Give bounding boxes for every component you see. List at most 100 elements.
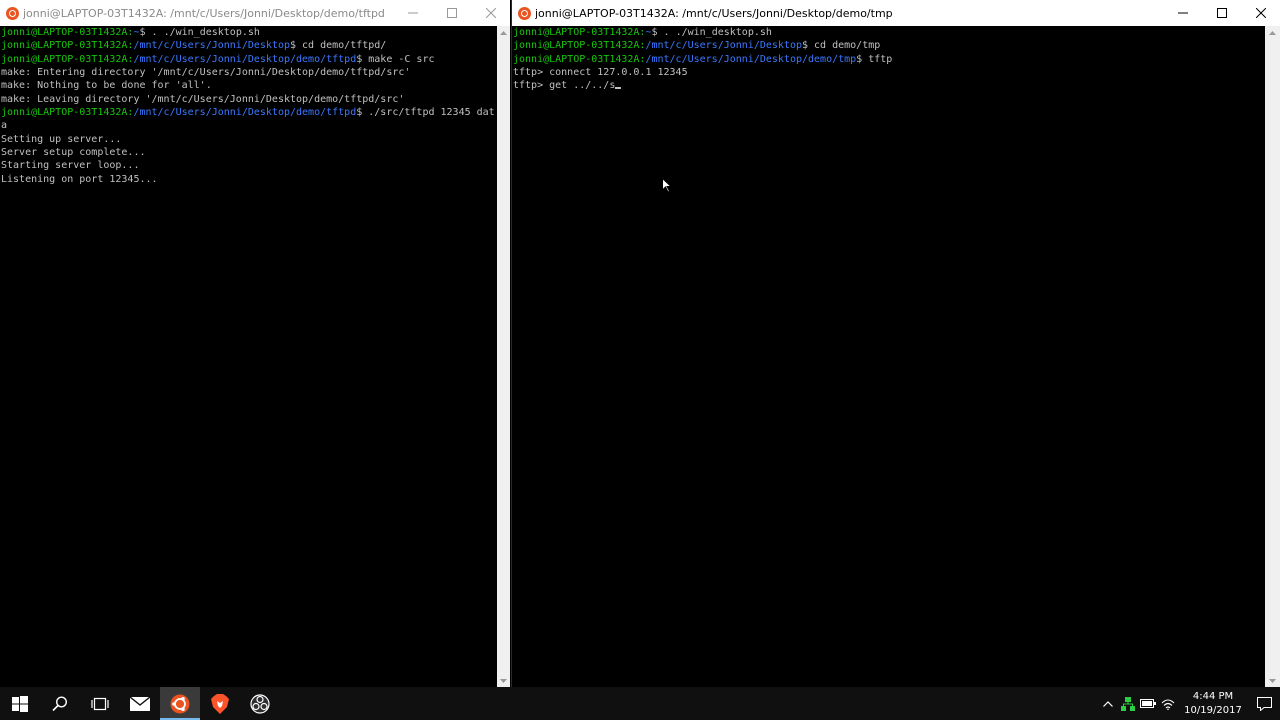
- task-view-button[interactable]: [80, 687, 120, 720]
- terminal-line: jonni@LAPTOP-03T1432A:/mnt/c/Users/Jonni…: [513, 53, 1265, 66]
- terminal-window-client[interactable]: jonni@LAPTOP-03T1432A: /mnt/c/Users/Jonn…: [511, 0, 1280, 687]
- prompt-path: /mnt/c/Users/Jonni/Desktop/demo/tmp: [645, 53, 857, 65]
- output-text: make: Nothing to be done for 'all'.: [1, 80, 212, 92]
- terminal-output[interactable]: jonni@LAPTOP-03T1432A:~$ . ./win_desktop…: [512, 26, 1265, 687]
- command-text: $ make -C src: [356, 53, 435, 65]
- scroll-up-arrow-icon[interactable]: [497, 26, 510, 39]
- prompt-user: jonni@LAPTOP-03T1432A:: [1, 27, 134, 38]
- terminal-line: jonni@LAPTOP-03T1432A:/mnt/c/Users/Jonni…: [1, 106, 497, 119]
- battery-button[interactable]: [1138, 687, 1158, 720]
- ubuntu-icon: [518, 6, 531, 20]
- terminal-line: Setting up server...: [1, 133, 497, 146]
- clock-date: 10/19/2017: [1184, 704, 1242, 716]
- command-text: $ . ./win_desktop.sh: [651, 27, 772, 38]
- close-button[interactable]: [1241, 0, 1280, 26]
- network-share-icon: [1121, 696, 1135, 711]
- action-center-button[interactable]: [1248, 687, 1280, 720]
- prompt-user: jonni@LAPTOP-03T1432A:: [1, 40, 134, 52]
- terminal-line: a: [1, 119, 497, 132]
- terminal-line: make: Nothing to be done for 'all'.: [1, 79, 497, 92]
- prompt-user: jonni@LAPTOP-03T1432A:: [1, 106, 134, 118]
- system-tray: 4:44 PM 10/19/2017: [1098, 687, 1280, 720]
- obs-icon: [250, 693, 270, 714]
- ubuntu-icon: [6, 6, 19, 20]
- output-text: Listening on port 12345...: [1, 173, 158, 185]
- notification-icon: [1256, 696, 1272, 711]
- maximize-button[interactable]: [432, 0, 471, 26]
- terminal-line: Listening on port 12345...: [1, 173, 497, 186]
- output-text: tftp> get ../../s: [513, 80, 616, 92]
- output-text: tftp> connect 127.0.0.1 12345: [513, 66, 688, 78]
- prompt-path: /mnt/c/Users/Jonni/Desktop: [133, 40, 290, 52]
- terminal-line: Server setup complete...: [1, 146, 497, 159]
- minimize-icon: [407, 12, 418, 14]
- taskbar-app-ubuntu[interactable]: [160, 687, 200, 720]
- terminal-line: make: Entering directory '/mnt/c/Users/J…: [1, 66, 497, 79]
- wifi-icon: [1161, 698, 1175, 710]
- output-text: Setting up server...: [1, 133, 122, 145]
- command-text: $ cd demo/tmp: [802, 40, 881, 52]
- terminal-line: Starting server loop...: [1, 159, 497, 172]
- chevron-up-icon: [1103, 700, 1113, 707]
- brave-lion-icon: [211, 693, 229, 714]
- windows-logo-icon: [12, 695, 28, 712]
- show-hidden-icons-button[interactable]: [1098, 687, 1118, 720]
- maximize-button[interactable]: [1202, 0, 1241, 26]
- prompt-user: jonni@LAPTOP-03T1432A:: [513, 53, 646, 65]
- minimize-button[interactable]: [1163, 0, 1202, 26]
- command-text: $ tftp: [856, 53, 893, 65]
- ubuntu-icon: [170, 694, 190, 713]
- output-text: Starting server loop...: [1, 160, 140, 172]
- title-bar[interactable]: jonni@LAPTOP-03T1432A: /mnt/c/Users/Jonn…: [0, 0, 510, 26]
- terminal-line: tftp> get ../../s: [513, 79, 1265, 92]
- mouse-pointer-icon: [662, 178, 672, 193]
- scroll-up-arrow-icon[interactable]: [1265, 26, 1280, 39]
- terminal-line: jonni@LAPTOP-03T1432A:~$ . ./win_desktop…: [513, 26, 1265, 39]
- wifi-button[interactable]: [1158, 687, 1178, 720]
- scrollbar[interactable]: [1265, 26, 1280, 687]
- start-button[interactable]: [0, 687, 40, 720]
- output-text: make: Entering directory '/mnt/c/Users/J…: [1, 66, 411, 78]
- scrollbar[interactable]: [497, 26, 510, 687]
- scroll-down-arrow-icon[interactable]: [497, 674, 510, 687]
- minimize-icon: [1177, 12, 1188, 14]
- prompt-path: /mnt/c/Users/Jonni/Desktop/demo/tftpd: [133, 53, 357, 65]
- prompt-user: jonni@LAPTOP-03T1432A:: [513, 40, 646, 52]
- taskbar: 4:44 PM 10/19/2017: [0, 687, 1280, 720]
- minimize-button[interactable]: [393, 0, 432, 26]
- prompt-path: /mnt/c/Users/Jonni/Desktop: [645, 40, 802, 52]
- battery-icon: [1140, 699, 1156, 708]
- system-clock[interactable]: 4:44 PM 10/19/2017: [1178, 690, 1248, 718]
- mail-icon: [130, 696, 150, 711]
- tray-app-icon[interactable]: [1118, 687, 1138, 720]
- prompt-user: jonni@LAPTOP-03T1432A:: [513, 27, 646, 38]
- output-text: make: Leaving directory '/mnt/c/Users/Jo…: [1, 93, 405, 105]
- maximize-icon: [446, 8, 457, 18]
- prompt-path: /mnt/c/Users/Jonni/Desktop/demo/tftpd: [133, 106, 357, 118]
- terminal-line: jonni@LAPTOP-03T1432A:/mnt/c/Users/Jonni…: [513, 39, 1265, 52]
- taskbar-app-brave[interactable]: [200, 687, 240, 720]
- terminal-window-server[interactable]: jonni@LAPTOP-03T1432A: /mnt/c/Users/Jonn…: [0, 0, 510, 687]
- taskbar-app-mail[interactable]: [120, 687, 160, 720]
- clock-time: 4:44 PM: [1192, 690, 1234, 702]
- maximize-icon: [1216, 8, 1227, 18]
- search-button[interactable]: [40, 687, 80, 720]
- terminal-line: jonni@LAPTOP-03T1432A:~$ . ./win_desktop…: [1, 26, 497, 39]
- close-icon: [485, 8, 496, 18]
- search-icon: [52, 695, 68, 711]
- text-cursor: [615, 87, 622, 90]
- output-text: a: [1, 120, 8, 132]
- terminal-output[interactable]: jonni@LAPTOP-03T1432A:~$ . ./win_desktop…: [0, 26, 497, 687]
- terminal-line: tftp> connect 127.0.0.1 12345: [513, 66, 1265, 79]
- command-text: $ . ./win_desktop.sh: [139, 27, 260, 38]
- scroll-down-arrow-icon[interactable]: [1265, 674, 1280, 687]
- window-title: jonni@LAPTOP-03T1432A: /mnt/c/Users/Jonn…: [23, 6, 385, 20]
- terminal-line: jonni@LAPTOP-03T1432A:/mnt/c/Users/Jonni…: [1, 39, 497, 52]
- output-text: Server setup complete...: [1, 146, 146, 158]
- terminal-line: make: Leaving directory '/mnt/c/Users/Jo…: [1, 93, 497, 106]
- close-button[interactable]: [471, 0, 510, 26]
- taskbar-app-obs[interactable]: [240, 687, 280, 720]
- window-title: jonni@LAPTOP-03T1432A: /mnt/c/Users/Jonn…: [535, 6, 893, 20]
- title-bar[interactable]: jonni@LAPTOP-03T1432A: /mnt/c/Users/Jonn…: [512, 0, 1280, 26]
- terminal-line: jonni@LAPTOP-03T1432A:/mnt/c/Users/Jonni…: [1, 53, 497, 66]
